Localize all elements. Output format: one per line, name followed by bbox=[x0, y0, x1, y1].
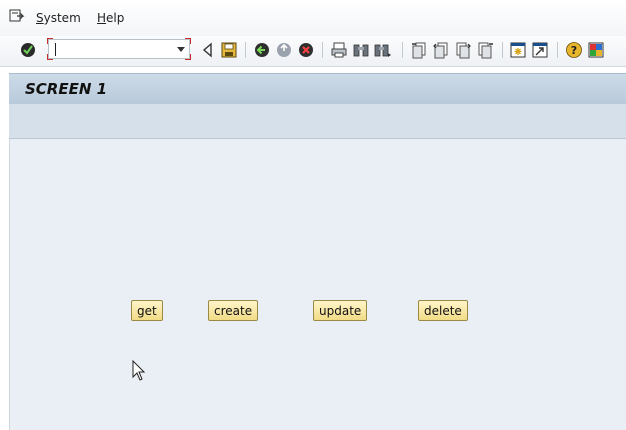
next-page-icon[interactable] bbox=[454, 41, 472, 59]
menu-item-help[interactable]: Help bbox=[97, 11, 124, 25]
help-icon[interactable]: ? bbox=[565, 41, 583, 59]
standard-toolbar: ? bbox=[0, 36, 626, 67]
menu-item-system-mnemonic: S bbox=[36, 11, 44, 25]
text-caret bbox=[55, 43, 56, 56]
previous-page-icon[interactable] bbox=[432, 41, 450, 59]
get-button[interactable]: get bbox=[131, 300, 163, 321]
focus-corner-tl bbox=[47, 38, 53, 44]
menu-item-system-label: ystem bbox=[43, 11, 81, 25]
screen-content-area bbox=[9, 139, 626, 430]
customize-layout-icon[interactable] bbox=[587, 41, 605, 59]
last-page-icon[interactable] bbox=[476, 41, 494, 59]
menu-item-system[interactable]: System bbox=[36, 11, 81, 25]
mouse-pointer-icon bbox=[132, 360, 146, 381]
toolbar-separator bbox=[502, 42, 503, 58]
toolbar-separator bbox=[402, 42, 403, 58]
menu-icon[interactable] bbox=[9, 9, 25, 23]
update-button[interactable]: update bbox=[313, 300, 368, 321]
first-page-icon[interactable] bbox=[410, 41, 428, 59]
menu-item-help-label: elp bbox=[106, 11, 125, 25]
command-input[interactable] bbox=[49, 40, 175, 58]
delete-button[interactable]: delete bbox=[418, 300, 468, 321]
exit-icon[interactable] bbox=[275, 41, 293, 59]
print-icon[interactable] bbox=[330, 41, 348, 59]
command-field[interactable] bbox=[47, 38, 191, 60]
application-toolbar bbox=[9, 104, 626, 139]
find-icon[interactable] bbox=[352, 41, 370, 59]
toolbar-separator bbox=[245, 42, 246, 58]
back-triangle-icon[interactable] bbox=[199, 41, 217, 59]
create-session-icon[interactable] bbox=[509, 41, 527, 59]
shortcut-icon[interactable] bbox=[531, 41, 549, 59]
cancel-icon[interactable] bbox=[297, 41, 315, 59]
toolbar-separator bbox=[322, 42, 323, 58]
chevron-down-icon[interactable] bbox=[177, 47, 185, 52]
save-icon[interactable] bbox=[220, 41, 238, 59]
find-next-icon[interactable] bbox=[374, 41, 392, 59]
enter-check-icon[interactable] bbox=[19, 41, 37, 59]
create-button[interactable]: create bbox=[208, 300, 259, 321]
toolbar-separator bbox=[557, 42, 558, 58]
screen-title-bar: SCREEN 1 bbox=[9, 73, 626, 105]
svg-text:?: ? bbox=[571, 44, 577, 57]
page-title: SCREEN 1 bbox=[25, 80, 108, 98]
menu-item-help-mnemonic: H bbox=[97, 11, 107, 25]
menu-bar: System Help bbox=[0, 0, 626, 36]
focus-corner-br bbox=[185, 54, 191, 60]
back-green-icon[interactable] bbox=[253, 41, 271, 59]
focus-corner-tr bbox=[185, 38, 191, 44]
focus-corner-bl bbox=[47, 54, 53, 60]
